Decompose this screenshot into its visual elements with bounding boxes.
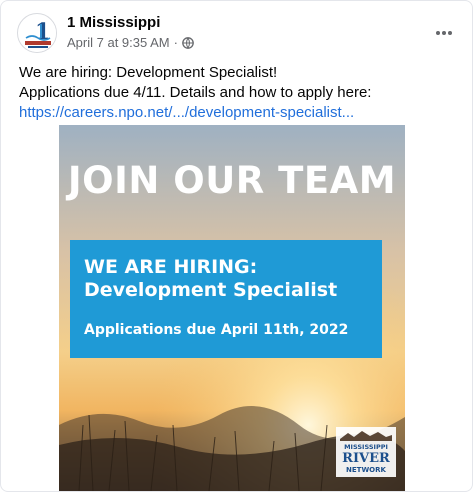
post-meta: April 7 at 9:35 AM · [67, 35, 194, 50]
globe-icon [182, 36, 194, 49]
hiring-line1: WE ARE HIRING: [84, 256, 258, 278]
hiring-line2: Development Specialist [84, 279, 338, 301]
more-options-button[interactable] [428, 17, 460, 49]
post-text: We are hiring: Development Specialist! A… [19, 63, 459, 123]
more-options-icon [436, 31, 452, 35]
avatar[interactable]: 1 [17, 13, 57, 53]
post-text-line1: We are hiring: Development Specialist! [19, 64, 278, 81]
image-headline: JOIN OUR TEAM [67, 159, 397, 202]
post-text-line2: Applications due 4/11. Details and how t… [19, 84, 372, 101]
hiring-box: WE ARE HIRING: Development Specialist Ap… [70, 240, 382, 358]
post-image[interactable]: JOIN OUR TEAM WE ARE HIRING: Development… [59, 125, 405, 491]
facebook-post: 1 1 Mississippi April 7 at 9:35 AM · We … [0, 0, 473, 492]
river-network-logo-image: MISSISSIPPI RIVER NETWORK [340, 431, 392, 474]
apply-link[interactable]: https://careers.npo.net/.../development-… [19, 104, 354, 121]
svg-text:NETWORK: NETWORK [346, 466, 386, 474]
svg-text:RIVER: RIVER [342, 451, 390, 466]
post-date[interactable]: April 7 at 9:35 AM [67, 35, 170, 50]
author-name[interactable]: 1 Mississippi [67, 14, 160, 31]
meta-separator: · [173, 35, 178, 50]
hiring-line3: Applications due April 11th, 2022 [84, 322, 349, 338]
river-network-logo: MISSISSIPPI RIVER NETWORK [336, 427, 396, 477]
post-header: 1 1 Mississippi April 7 at 9:35 AM · [17, 13, 456, 53]
avatar-logo-image: 1 [19, 15, 56, 52]
svg-text:MISSISSIPPI: MISSISSIPPI [344, 443, 388, 451]
